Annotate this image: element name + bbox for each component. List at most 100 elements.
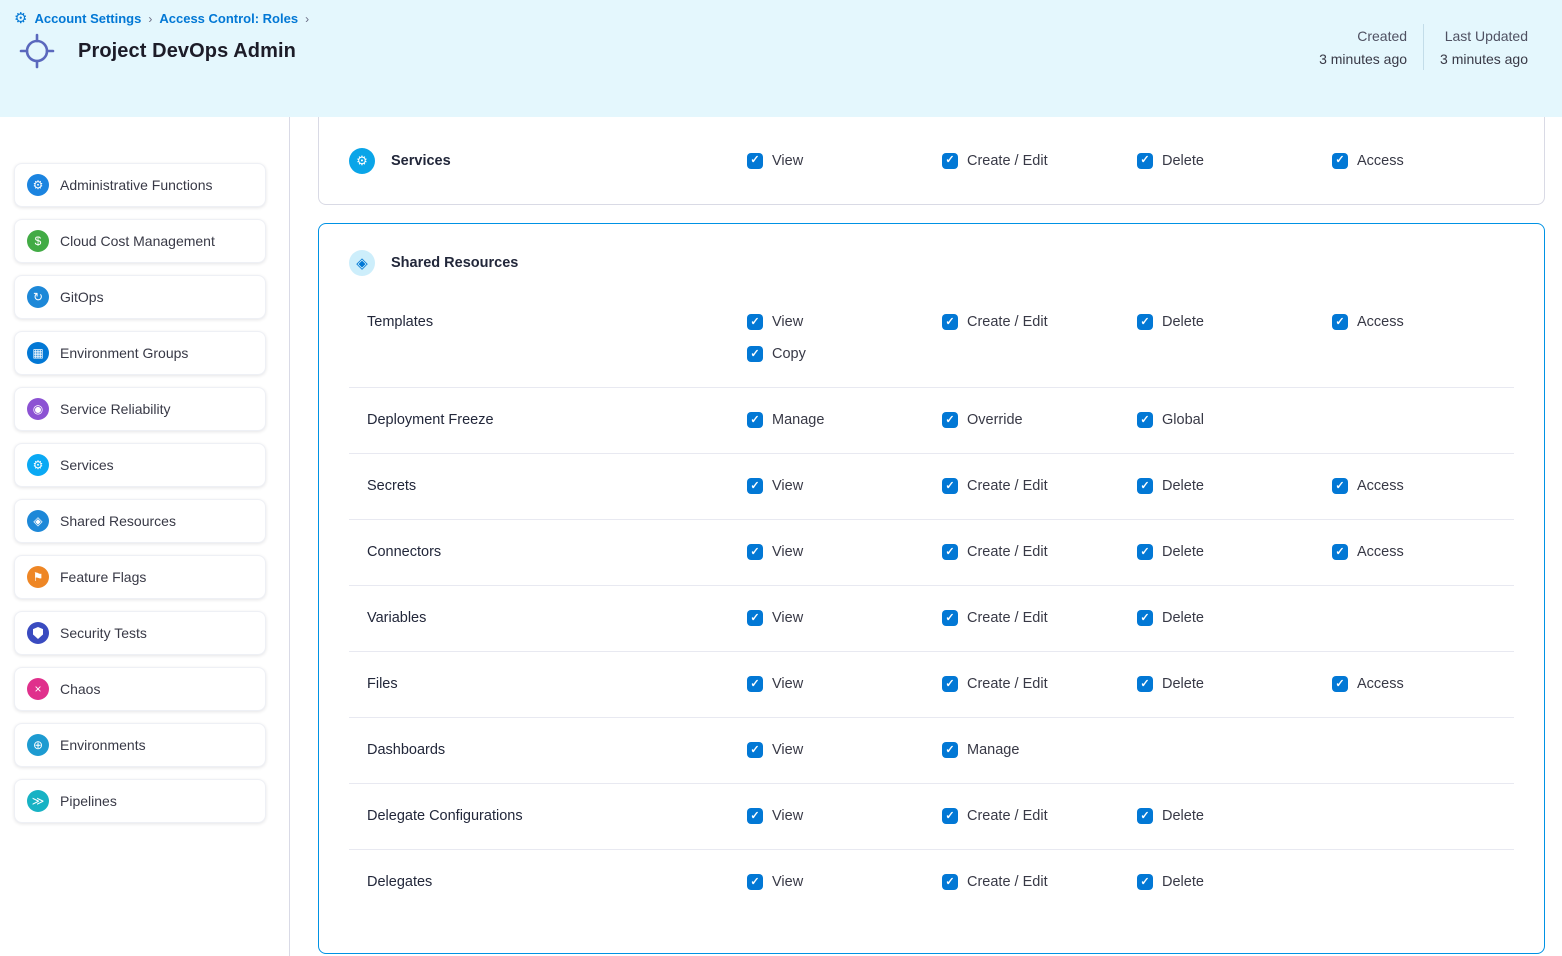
checkbox-checked[interactable] <box>747 478 763 494</box>
checkbox-checked[interactable] <box>1137 808 1153 824</box>
permission-col: Delete <box>1137 674 1332 694</box>
resource-row-label: Secrets <box>349 476 747 496</box>
permission-override: Override <box>942 410 1137 430</box>
breadcrumb-link-account-settings[interactable]: Account Settings <box>34 11 141 26</box>
checkbox-checked[interactable] <box>942 544 958 560</box>
checkbox-checked[interactable] <box>942 808 958 824</box>
resource-row-label: Templates <box>349 312 747 332</box>
permission-create-edit: Create / Edit <box>942 872 1137 892</box>
sidebar-item-security-tests[interactable]: Security Tests <box>14 611 266 655</box>
checkbox-checked[interactable] <box>1332 153 1348 169</box>
permission-view: View <box>747 608 942 628</box>
breadcrumb-separator: › <box>148 12 152 26</box>
permission-col: Manage <box>942 740 1137 760</box>
checkbox-checked[interactable] <box>1332 478 1348 494</box>
checkbox-checked[interactable] <box>942 742 958 758</box>
checkbox-checked[interactable] <box>942 676 958 692</box>
sidebar-item-services[interactable]: ⚙Services <box>14 443 266 487</box>
sidebar-item-pipelines[interactable]: ≫Pipelines <box>14 779 266 823</box>
feature-flags-icon: ⚑ <box>27 566 49 588</box>
permission-view: View <box>747 542 942 562</box>
permission-col: View <box>747 476 942 496</box>
checkbox-checked[interactable] <box>1137 153 1153 169</box>
sidebar-item-service-reliability[interactable]: ◉Service Reliability <box>14 387 266 431</box>
permission-label: Access <box>1357 674 1404 694</box>
permission-access: Access <box>1332 674 1514 694</box>
checkbox-checked[interactable] <box>747 676 763 692</box>
breadcrumb-link-access-control-roles[interactable]: Access Control: Roles <box>159 11 298 26</box>
sidebar-item-label: Shared Resources <box>60 513 176 529</box>
checkbox-checked[interactable] <box>747 742 763 758</box>
created-label: Created <box>1319 28 1407 44</box>
permission-label: Create / Edit <box>967 542 1048 562</box>
shield-shape <box>33 627 43 639</box>
checkbox-checked[interactable] <box>747 874 763 890</box>
permission-view: View <box>747 740 942 760</box>
security-tests-icon <box>27 622 49 644</box>
permission-label: Create / Edit <box>967 312 1048 332</box>
permission-col: Access <box>1332 542 1514 562</box>
checkbox-checked[interactable] <box>942 610 958 626</box>
permission-col: View <box>747 674 942 694</box>
checkbox-checked[interactable] <box>747 610 763 626</box>
permission-col: Create / Edit <box>942 542 1137 562</box>
permission-col: View <box>747 608 942 628</box>
checkbox-checked[interactable] <box>1137 676 1153 692</box>
checkbox-checked[interactable] <box>1332 314 1348 330</box>
checkbox-checked[interactable] <box>747 412 763 428</box>
permission-col: View <box>747 806 942 826</box>
resource-row-files: FilesViewCreate / EditDeleteAccess <box>349 651 1514 717</box>
sidebar-item-environments[interactable]: ⊕Environments <box>14 723 266 767</box>
checkbox-checked[interactable] <box>1137 610 1153 626</box>
sidebar-item-cloud-cost-management[interactable]: $Cloud Cost Management <box>14 219 266 263</box>
resource-row-label: Delegates <box>349 872 747 892</box>
permission-label: View <box>772 476 803 496</box>
body: ⚙Administrative Functions $Cloud Cost Man… <box>0 117 1562 956</box>
permission-col: Override <box>942 410 1137 430</box>
resource-row-dashboards: DashboardsViewManage <box>349 717 1514 783</box>
permission-delete: Delete <box>1137 674 1332 694</box>
permission-label: Override <box>967 410 1023 430</box>
permission-delete: Delete <box>1137 476 1332 496</box>
services-permission-col: Delete <box>1137 151 1332 171</box>
sidebar-item-chaos[interactable]: ×Chaos <box>14 667 266 711</box>
checkbox-checked[interactable] <box>747 544 763 560</box>
permission-label: Global <box>1162 410 1204 430</box>
checkbox-checked[interactable] <box>1332 676 1348 692</box>
checkbox-checked[interactable] <box>747 808 763 824</box>
section-title: Shared Resources <box>391 255 518 271</box>
permission-view: View <box>747 806 942 826</box>
permission-create-edit: Create / Edit <box>942 608 1137 628</box>
resource-row-deployment-freeze: Deployment FreezeManageOverrideGlobal <box>349 387 1514 453</box>
permission-col: Access <box>1332 476 1514 496</box>
permission-label: Delete <box>1162 542 1204 562</box>
sidebar-item-label: Services <box>60 457 114 473</box>
permission-col: Create / Edit <box>942 608 1137 628</box>
services-permission-col: Access <box>1332 151 1514 171</box>
page-title: Project DevOps Admin <box>78 40 296 63</box>
checkbox-checked[interactable] <box>942 153 958 169</box>
role-target-icon <box>18 32 56 70</box>
checkbox-checked[interactable] <box>942 314 958 330</box>
sidebar-item-feature-flags[interactable]: ⚑Feature Flags <box>14 555 266 599</box>
permission-view: View <box>747 476 942 496</box>
checkbox-checked[interactable] <box>747 346 763 362</box>
checkbox-checked[interactable] <box>942 412 958 428</box>
checkbox-checked[interactable] <box>942 874 958 890</box>
checkbox-checked[interactable] <box>1137 478 1153 494</box>
sidebar-item-administrative-functions[interactable]: ⚙Administrative Functions <box>14 163 266 207</box>
sidebar-item-gitops[interactable]: ↻GitOps <box>14 275 266 319</box>
checkbox-checked[interactable] <box>747 314 763 330</box>
sidebar-item-environment-groups[interactable]: ▦Environment Groups <box>14 331 266 375</box>
checkbox-checked[interactable] <box>1137 874 1153 890</box>
checkbox-checked[interactable] <box>1332 544 1348 560</box>
checkbox-checked[interactable] <box>1137 544 1153 560</box>
permission-col: Delete <box>1137 872 1332 892</box>
checkbox-checked[interactable] <box>1137 412 1153 428</box>
permission-view: View <box>747 674 942 694</box>
permission-label: Access <box>1357 476 1404 496</box>
sidebar-item-shared-resources[interactable]: ◈Shared Resources <box>14 499 266 543</box>
checkbox-checked[interactable] <box>1137 314 1153 330</box>
checkbox-checked[interactable] <box>747 153 763 169</box>
checkbox-checked[interactable] <box>942 478 958 494</box>
